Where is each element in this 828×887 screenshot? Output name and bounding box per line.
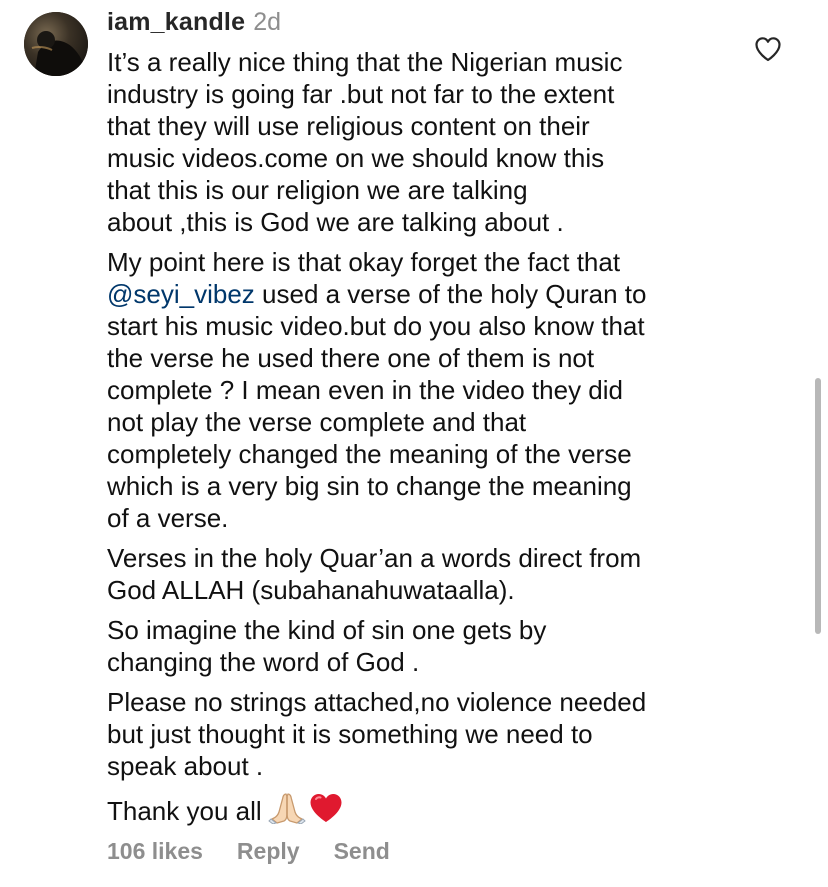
reply-button[interactable]: Reply [237,838,300,865]
mention-link[interactable]: @seyi_vibez [107,279,255,309]
comment-paragraph-5: Please no strings attached,no violence n… [107,687,647,781]
heart-outline-icon[interactable] [754,36,782,62]
paragraph-2-start: My point here is that okay forget the fa… [107,247,621,277]
comment-paragraph-2: My point here is that okay forget the fa… [107,246,727,534]
avatar-image [24,12,88,76]
comment-paragraph-3: Verses in the holy Quar’an a words direc… [107,543,642,605]
avatar[interactable] [24,12,88,76]
username[interactable]: iam_kandle [107,8,245,37]
comment-paragraph-4: So imagine the kind of sin one gets by c… [107,615,547,677]
comment-body: It’s a really nice thing that the Nigeri… [107,46,727,839]
red-heart-emoji [308,792,344,831]
likes-count[interactable]: 106 likes [107,838,203,865]
comment: iam_kandle 2d It’s a really nice thing t… [0,0,828,887]
scrollbar[interactable] [815,378,821,634]
comment-header: iam_kandle 2d [107,8,281,40]
paragraph-2-end: used a verse of the holy Quran to start … [107,279,647,533]
timestamp: 2d [253,8,281,36]
comment-actions: 106 likes Reply Send [107,838,390,865]
send-button[interactable]: Send [334,838,390,865]
comment-paragraph-6: Thank you all [107,790,727,831]
thank-you-text: Thank you all [107,796,262,826]
folded-hands-emoji [267,790,306,831]
comment-paragraph-1: It’s a really nice thing that the Nigeri… [107,47,623,237]
